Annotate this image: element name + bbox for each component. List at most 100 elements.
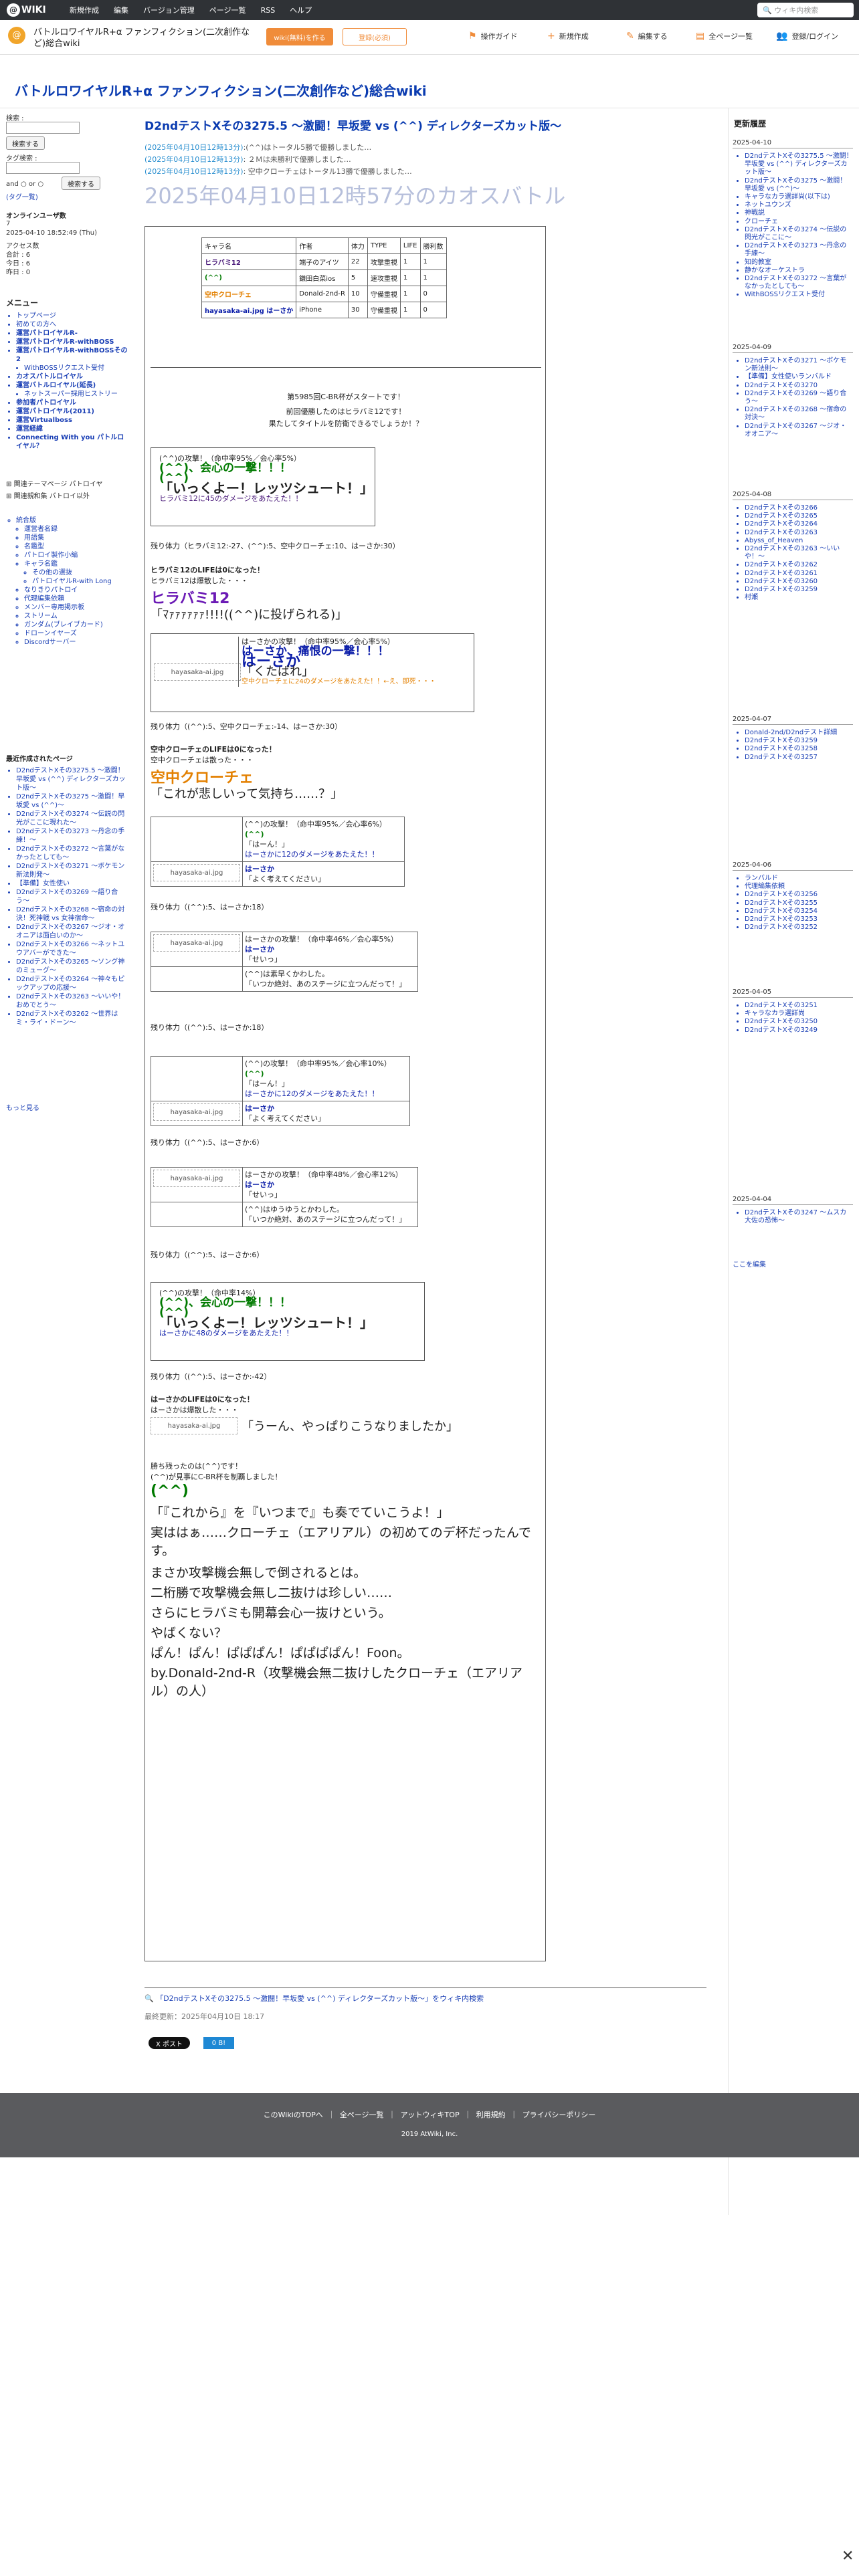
sidebar-item[interactable]: 運営Virtualboss [16, 416, 130, 425]
wiki-search-link[interactable]: 🔍 「D2ndテストXその3275.5 〜激闘！早坂愛 vs (^^) ディレク… [145, 1988, 706, 2004]
sidebar-item[interactable]: WithBOSSリクエスト受付 [24, 364, 130, 372]
recent-page-item[interactable]: D2ndテストXその3266 〜ネットユウアバーができた〜 [16, 940, 130, 958]
history-item[interactable]: Donald-2nd/D2ndテスト詳細 [745, 729, 853, 737]
edit-this-link[interactable]: ここを編集 [733, 1259, 766, 1269]
history-item[interactable]: D2ndテストXその3270 [745, 382, 853, 390]
sidebar-search-button[interactable]: 検索する [6, 136, 45, 150]
sidebar-item[interactable]: Connecting With you パトルロイヤル？ [16, 433, 130, 451]
history-item[interactable]: D2ndテストXその3254 [745, 907, 853, 916]
all-pages-button[interactable]: ▤ 全ページ一覧 [696, 31, 753, 41]
relation-theme-toggle[interactable]: ⊞ 関連テーマページ パトロイヤ [6, 480, 103, 489]
history-item[interactable]: D2ndテストXその3250 [745, 1018, 853, 1026]
recent-page-item[interactable]: D2ndテストXその3271 〜ボケモン新法則発〜 [16, 862, 130, 879]
page-title[interactable]: バトルロワイヤルR+α ファンフィクション(二次創作など)総合wiki [15, 80, 427, 100]
history-item[interactable]: キャラなカラ選詳尚 [745, 1010, 853, 1018]
history-item[interactable]: 神戦説 [745, 209, 853, 217]
footer-link[interactable]: 利用規約 [476, 2111, 506, 2119]
hatena-bookmark-button[interactable]: 0 B! [203, 2037, 234, 2049]
recent-page-item[interactable]: 【準備】女性使い [16, 879, 130, 888]
recent-page-item[interactable]: D2ndテストXその3275.5 〜激闘！早坂愛 vs (^^) ディレクターズ… [16, 766, 130, 792]
register-button[interactable]: 登録(必須) [343, 28, 407, 45]
history-item[interactable]: D2ndテストXその3273 〜丹念の手練〜 [745, 242, 853, 258]
history-item[interactable]: D2ndテストXその3249 [745, 1027, 853, 1035]
wiki-name[interactable]: バトルロワイヤルR+α ファンフィクション(二次創作など)総合wiki [33, 27, 254, 49]
history-item[interactable]: 【準備】女性使いランバルド [745, 373, 853, 381]
sidebar-item[interactable]: トップページ [16, 312, 130, 320]
history-item[interactable]: 村瀬 [745, 594, 853, 602]
submenu-item[interactable]: 用語集 [24, 534, 130, 542]
recent-page-item[interactable]: D2ndテストXその3267 〜ジオ・オオニアは面白いのか〜 [16, 923, 130, 940]
submenu-item[interactable]: 名鑑型 [24, 542, 130, 551]
recent-page-item[interactable]: D2ndテストXその3273 〜丹念の手練！〜 [16, 827, 130, 845]
history-item[interactable]: D2ndテストXその3247 〜ムスカ大佐の恐怖〜 [745, 1209, 853, 1225]
submenu-item[interactable]: その他の選抜 [32, 568, 130, 577]
recent-page-item[interactable]: D2ndテストXその3268 〜宿命の対決！死神戦 vs 女神宿命〜 [16, 905, 130, 923]
history-item[interactable]: D2ndテストXその3264 [745, 520, 853, 528]
submenu-item[interactable]: ガンダム(ブレイブカード) [24, 621, 130, 629]
history-item[interactable]: D2ndテストXその3267 〜ジオ・オオニア〜 [745, 423, 853, 439]
history-item[interactable]: D2ndテストXその3262 [745, 561, 853, 569]
close-icon[interactable]: ✕ [842, 2548, 854, 2565]
tag-list-link[interactable]: (タグ一覧) [6, 191, 38, 201]
history-item[interactable]: D2ndテストXその3255 [745, 899, 853, 907]
history-item[interactable]: D2ndテストXその3260 [745, 578, 853, 586]
history-item[interactable]: D2ndテストXその3274 〜伝説の閃光がここに〜 [745, 226, 853, 242]
footer-link[interactable]: このWikiのTOPへ [264, 2111, 323, 2119]
login-button[interactable]: 👥 登録/ログイン [776, 31, 838, 41]
history-item[interactable]: D2ndテストXその3269 〜語り合う〜 [745, 390, 853, 406]
submenu-item[interactable]: ストリーム [24, 612, 130, 621]
history-item[interactable]: D2ndテストXその3266 [745, 504, 853, 512]
submenu-item[interactable]: 運営者名録 [24, 525, 130, 534]
wiki-search-input[interactable]: 🔍 ウィキ内検索 [757, 3, 854, 17]
tag-search-button[interactable]: 検索する [62, 177, 100, 190]
history-item[interactable]: D2ndテストXその3271 〜ボケモン新法則〜 [745, 357, 853, 373]
sidebar-item[interactable]: 運営経緯 [16, 425, 130, 433]
sidebar-item[interactable]: ネットスーパー採用ヒストリー [24, 390, 130, 399]
history-item[interactable]: D2ndテストXその3256 [745, 891, 853, 899]
submenu-item[interactable]: Discordサーバー [24, 638, 130, 647]
history-item[interactable]: D2ndテストXその3263 [745, 529, 853, 537]
history-item[interactable]: D2ndテストXその3253 [745, 916, 853, 924]
sidebar-item[interactable]: 初めての方へ [16, 320, 130, 329]
history-item[interactable]: クローチェ [745, 218, 853, 226]
menu-edit[interactable]: 編集 [114, 5, 128, 15]
recent-page-item[interactable]: D2ndテストXその3262 〜世界はミ・ライ・ドーン〜 [16, 1010, 130, 1027]
sidebar-item[interactable]: 運営バトルロイヤル(延長) [16, 381, 130, 390]
history-item[interactable]: D2ndテストXその3259 [745, 737, 853, 745]
recent-page-item[interactable]: D2ndテストXその3269 〜語り合う〜 [16, 888, 130, 905]
history-item[interactable]: 知的教室 [745, 259, 853, 267]
new-page-button[interactable]: + 新規作成 [547, 31, 589, 41]
history-item[interactable]: D2ndテストXその3265 [745, 512, 853, 520]
submenu-item[interactable]: ドローンイヤーズ [24, 629, 130, 638]
x-post-button[interactable]: X ポスト [149, 2037, 190, 2049]
submenu-item[interactable]: パトロイ製作小編 [24, 551, 130, 560]
history-item[interactable]: D2ndテストXその3263 〜いいや！〜 [745, 545, 853, 561]
recent-page-item[interactable]: D2ndテストXその3263 〜いいや！おめでとう〜 [16, 992, 130, 1010]
history-item[interactable]: ランバルド [745, 875, 853, 883]
more-recent-link[interactable]: もっと見る [6, 1102, 39, 1112]
history-item[interactable]: D2ndテストXその3272 〜言葉がなかったとしても〜 [745, 275, 853, 291]
submenu-item[interactable]: メンバー専用掲示板 [24, 603, 130, 612]
edit-button[interactable]: ✎ 編集する [626, 31, 668, 41]
menu-help[interactable]: ヘルプ [290, 5, 312, 15]
menu-rss[interactable]: RSS [261, 6, 276, 15]
sidebar-item[interactable]: カオスバトルロイヤル [16, 372, 130, 381]
submenu-item[interactable]: なりきりパトロイ [24, 586, 130, 595]
history-item[interactable]: Abyss_of_Heaven [745, 537, 853, 545]
footer-link[interactable]: アットウィキTOP [401, 2111, 460, 2119]
recent-page-item[interactable]: D2ndテストXその3275 〜激闘！早坂愛 vs (^^)〜 [16, 792, 130, 810]
sidebar-item[interactable]: 参加者パトロイヤル [16, 399, 130, 407]
sidebar-item[interactable]: 運営パトロイヤルR- [16, 329, 130, 338]
sidebar-search-input[interactable] [6, 122, 80, 134]
submenu-item[interactable]: パトロイヤルR-with Long [32, 577, 130, 586]
history-item[interactable]: D2ndテストXその3251 [745, 1002, 853, 1010]
history-item[interactable]: D2ndテストXその3261 [745, 570, 853, 578]
menu-pages[interactable]: ページ一覧 [209, 5, 246, 15]
recent-page-item[interactable]: D2ndテストXその3272 〜言葉がなかったとしても〜 [16, 845, 130, 862]
history-item[interactable]: 静かなオーケストラ [745, 267, 853, 275]
sidebar-item[interactable]: 運営パトロイヤルR-withBOSSその2 [16, 346, 130, 364]
submenu-item[interactable]: 統合版 [16, 516, 130, 525]
recent-page-item[interactable]: D2ndテストXその3265 〜ソング神のミューグ〜 [16, 958, 130, 975]
create-wiki-button[interactable]: wiki(無料)を作る [266, 28, 333, 45]
history-item[interactable]: キャラなカラ選詳尚(以下は) [745, 193, 853, 201]
